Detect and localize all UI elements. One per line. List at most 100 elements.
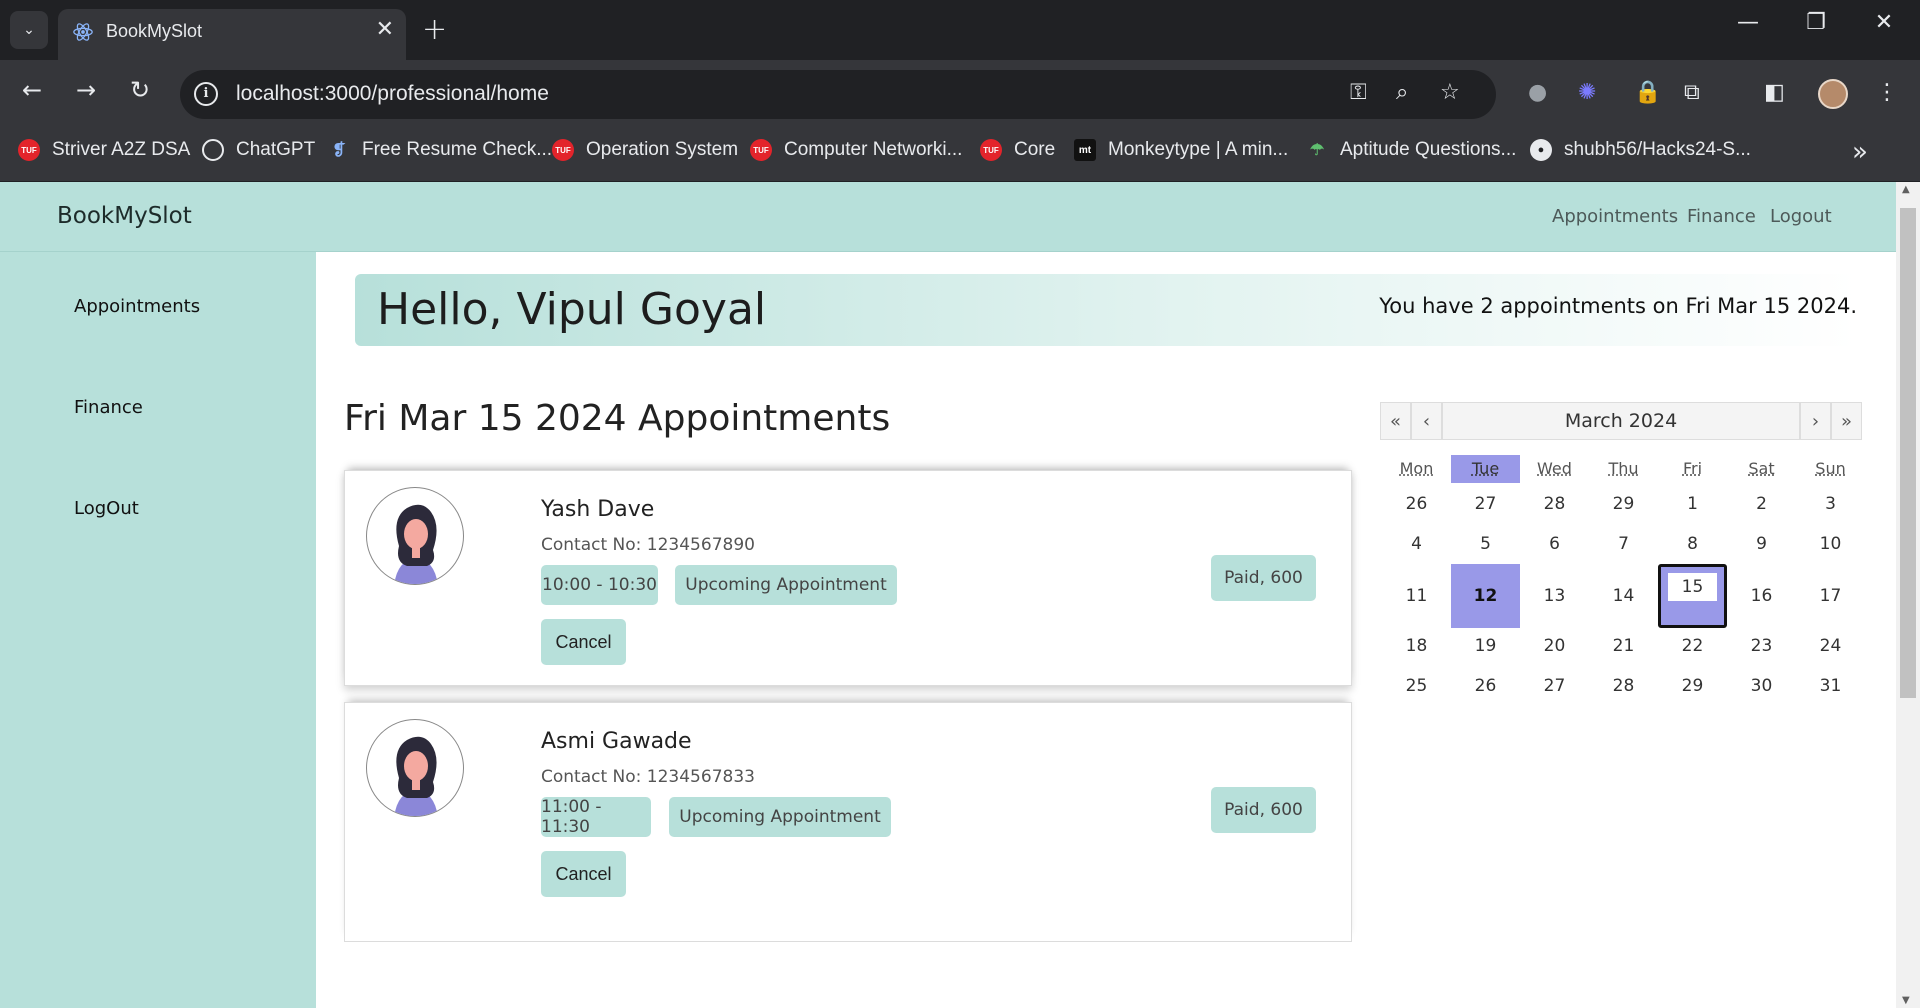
calendar-day[interactable]: 23 <box>1727 632 1796 660</box>
bookmark-label: Operation System <box>586 139 739 160</box>
back-icon[interactable]: ← <box>14 76 50 104</box>
profile-avatar[interactable] <box>1818 79 1848 109</box>
calendar-day[interactable]: 28 <box>1520 490 1589 518</box>
calendar-day[interactable]: 10 <box>1796 530 1865 558</box>
password-key-icon[interactable]: ⚿ <box>1350 80 1367 105</box>
browser-tab[interactable]: BookMySlot ✕ <box>58 9 406 60</box>
calendar-day[interactable]: 22 <box>1658 632 1727 660</box>
calendar-day[interactable]: 26 <box>1451 672 1520 700</box>
calendar-day[interactable]: 27 <box>1520 672 1589 700</box>
nav-link-finance[interactable]: Finance <box>1687 206 1756 227</box>
reload-icon[interactable]: ↻ <box>122 76 158 104</box>
bookmark-item[interactable]: TUF Core <box>980 139 1055 161</box>
weekday-label: Wed <box>1537 459 1572 478</box>
bookmark-item[interactable]: ● shubh56/Hacks24-S... <box>1530 139 1751 161</box>
cancel-button[interactable]: Cancel <box>541 851 626 897</box>
calendar-day[interactable]: 29 <box>1589 490 1658 518</box>
scrollbar-thumb[interactable] <box>1900 208 1916 698</box>
bookmark-item[interactable]: TUF Computer Networki... <box>750 139 962 161</box>
window-close-icon[interactable]: ✕ <box>1864 10 1904 35</box>
address-bar[interactable]: i localhost:3000/professional/home ⚿ ⌕ ☆ <box>180 70 1496 119</box>
calendar-day[interactable]: 13 <box>1520 564 1589 628</box>
more-bookmarks-icon[interactable]: » <box>1852 137 1868 167</box>
patient-avatar <box>366 487 464 585</box>
restore-icon[interactable]: ❐ <box>1796 10 1836 35</box>
calendar-day[interactable]: 12 <box>1451 564 1520 628</box>
bookmark-item[interactable]: ChatGPT <box>202 139 315 161</box>
cancel-button[interactable]: Cancel <box>541 619 626 665</box>
nav-link-logout[interactable]: Logout <box>1770 206 1832 227</box>
sidebar-item-logout[interactable]: LogOut <box>74 498 139 519</box>
calendar-day[interactable]: 19 <box>1451 632 1520 660</box>
calendar-month-label[interactable]: March 2024 <box>1442 402 1800 440</box>
calendar-day[interactable]: 8 <box>1658 530 1727 558</box>
status-badge: Upcoming Appointment <box>675 565 897 605</box>
nav-link-appointments[interactable]: Appointments <box>1552 206 1678 227</box>
calendar-day[interactable]: 28 <box>1589 672 1658 700</box>
tuf-icon: TUF <box>980 139 1002 161</box>
bookmark-label: Core <box>1014 139 1056 160</box>
bookmark-item[interactable]: TUF Striver A2Z DSA <box>18 139 190 161</box>
bookmark-item[interactable]: TUF Operation System <box>552 139 738 161</box>
monkeytype-icon: mt <box>1074 139 1096 161</box>
react-icon <box>73 23 93 41</box>
minimize-icon[interactable]: — <box>1728 10 1768 35</box>
extension-mouse-icon[interactable]: ● <box>1528 80 1547 105</box>
calendar-day[interactable]: 29 <box>1658 672 1727 700</box>
calendar-day[interactable]: 31 <box>1796 672 1865 700</box>
bookmark-item[interactable]: ☂ Aptitude Questions... <box>1306 139 1517 161</box>
sidebar: Appointments Finance LogOut <box>0 252 316 1008</box>
calendar-day[interactable]: 14 <box>1589 564 1658 628</box>
forward-icon[interactable]: → <box>68 76 104 104</box>
next-year-button[interactable]: » <box>1831 402 1862 440</box>
bookmark-star-icon[interactable]: ☆ <box>1440 80 1460 105</box>
extension-gear-icon[interactable]: ✺ <box>1578 80 1596 105</box>
calendar-day[interactable]: 25 <box>1382 672 1451 700</box>
url-text[interactable]: localhost:3000/professional/home <box>236 82 549 106</box>
calendar-day[interactable]: 3 <box>1796 490 1865 518</box>
calendar-day[interactable]: 7 <box>1589 530 1658 558</box>
bookmark-item[interactable]: mt Monkeytype | A min... <box>1074 139 1288 161</box>
calendar-day[interactable]: 20 <box>1520 632 1589 660</box>
new-tab-icon[interactable]: + <box>422 12 447 47</box>
page-scrollbar[interactable]: ▲ ▼ <box>1896 182 1920 1008</box>
browser-toolbar: ← → ↻ i localhost:3000/professional/home… <box>0 60 1920 125</box>
sidebar-item-appointments[interactable]: Appointments <box>74 296 200 317</box>
calendar-day[interactable]: 2 <box>1727 490 1796 518</box>
zoom-icon[interactable]: ⌕ <box>1396 80 1408 105</box>
prev-month-button[interactable]: ‹ <box>1411 402 1442 440</box>
calendar-navigation: « ‹ March 2024 › » <box>1380 402 1862 440</box>
tab-close-icon[interactable]: ✕ <box>376 17 394 42</box>
calendar-day[interactable]: 6 <box>1520 530 1589 558</box>
side-panel-icon[interactable]: ◧ <box>1764 80 1785 105</box>
calendar-day[interactable]: 18 <box>1382 632 1451 660</box>
calendar-day[interactable]: 15 <box>1658 564 1727 628</box>
extensions-puzzle-icon[interactable]: ⧉ <box>1684 80 1700 105</box>
weekday-label: Thu <box>1608 459 1639 478</box>
calendar-day[interactable]: 9 <box>1727 530 1796 558</box>
scroll-up-icon[interactable]: ▲ <box>1902 184 1910 195</box>
calendar-day[interactable]: 4 <box>1382 530 1451 558</box>
calendar-day[interactable]: 1 <box>1658 490 1727 518</box>
appointment-card: Yash Dave Contact No: 1234567890 10:00 -… <box>344 470 1352 686</box>
calendar-day[interactable]: 24 <box>1796 632 1865 660</box>
appointment-summary: You have 2 appointments on Fri Mar 15 20… <box>1379 294 1857 318</box>
calendar-day[interactable]: 27 <box>1451 490 1520 518</box>
calendar-day[interactable]: 26 <box>1382 490 1451 518</box>
bookmark-item[interactable]: ❡ Free Resume Check... <box>328 139 552 161</box>
brand-logo[interactable]: BookMySlot <box>57 203 192 229</box>
calendar-day[interactable]: 21 <box>1589 632 1658 660</box>
calendar-day[interactable]: 5 <box>1451 530 1520 558</box>
scroll-down-icon[interactable]: ▼ <box>1902 995 1910 1006</box>
calendar-day[interactable]: 30 <box>1727 672 1796 700</box>
sidebar-item-finance[interactable]: Finance <box>74 397 143 418</box>
tab-search-icon[interactable]: ⌄ <box>10 11 48 49</box>
next-month-button[interactable]: › <box>1800 402 1831 440</box>
site-info-icon[interactable]: i <box>194 82 218 106</box>
calendar-day[interactable]: 17 <box>1796 564 1865 628</box>
prev-year-button[interactable]: « <box>1380 402 1411 440</box>
calendar-day[interactable]: 11 <box>1382 564 1451 628</box>
extension-lock-icon[interactable]: 🔒 <box>1634 80 1661 105</box>
menu-kebab-icon[interactable]: ⋮ <box>1876 80 1898 105</box>
calendar-day[interactable]: 16 <box>1727 564 1796 628</box>
